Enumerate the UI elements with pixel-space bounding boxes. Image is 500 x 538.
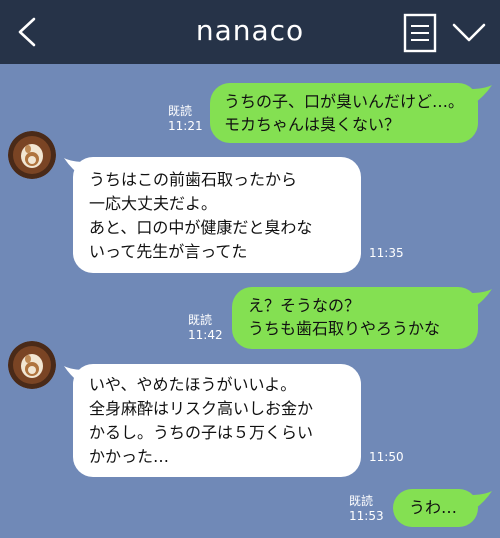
message-text-line: かるし。うちの子は５万くらい (89, 423, 314, 442)
sent-message-bubble[interactable]: え？そうなの？ うちも歯石取りやろうかな (232, 287, 478, 349)
message-text-line: うわ… (409, 498, 458, 517)
message-text-line: 全身麻酔はリスク高いしお金か (89, 399, 314, 418)
message-text-line: うちも歯石取りやろうかな (248, 319, 441, 338)
bubble-tail (470, 491, 492, 511)
avatar[interactable] (8, 131, 56, 179)
message-text-line: うちはこの前歯石取ったから (89, 170, 298, 189)
note-icon[interactable] (403, 13, 437, 53)
message-meta: 既読 11:53 (349, 494, 384, 524)
avatar[interactable] (8, 341, 56, 389)
message-text-line: いって先生が言ってた (89, 242, 248, 261)
message-meta: 既読 11:42 (188, 313, 223, 343)
message-text-line: 一応大丈夫だよ。 (89, 194, 218, 213)
message-meta: 既読 11:21 (168, 104, 203, 134)
latte-art-avatar (8, 131, 56, 179)
message-time: 11:35 (369, 246, 404, 260)
received-message-bubble[interactable]: うちはこの前歯石取ったから 一応大丈夫だよ。 あと、口の中が健康だと臭わな いっ… (73, 157, 361, 273)
message-time: 11:53 (349, 509, 384, 523)
message-text-line: え？そうなの？ (248, 296, 361, 315)
message-time: 11:50 (369, 450, 404, 464)
message-text-line: いや、やめたほうがいいよ。 (89, 375, 297, 394)
message-text-line: うちの子、口が臭いんだけど…。 (224, 92, 465, 111)
message-text-line: あと、口の中が健康だと臭わな (89, 218, 313, 237)
message-text-line: モカちゃんは臭くない？ (224, 115, 401, 134)
received-message-bubble[interactable]: いや、やめたほうがいいよ。 全身麻酔はリスク高いしお金か かるし。うちの子は５万… (73, 364, 361, 477)
message-time: 11:21 (168, 119, 203, 133)
latte-art-avatar (8, 341, 56, 389)
message-time: 11:42 (188, 328, 223, 342)
sent-message-bubble[interactable]: うわ… (393, 489, 478, 527)
bubble-tail (470, 289, 492, 309)
read-status: 既読 (188, 313, 213, 327)
message-text-line: かかった… (89, 447, 170, 466)
sent-message-bubble[interactable]: うちの子、口が臭いんだけど…。 モカちゃんは臭くない？ (210, 83, 478, 143)
bubble-tail (470, 85, 492, 105)
read-status: 既読 (168, 104, 193, 118)
menu-chevron-down-icon[interactable] (452, 20, 486, 44)
chat-header: nanaco (0, 0, 500, 64)
read-status: 既読 (349, 494, 374, 508)
